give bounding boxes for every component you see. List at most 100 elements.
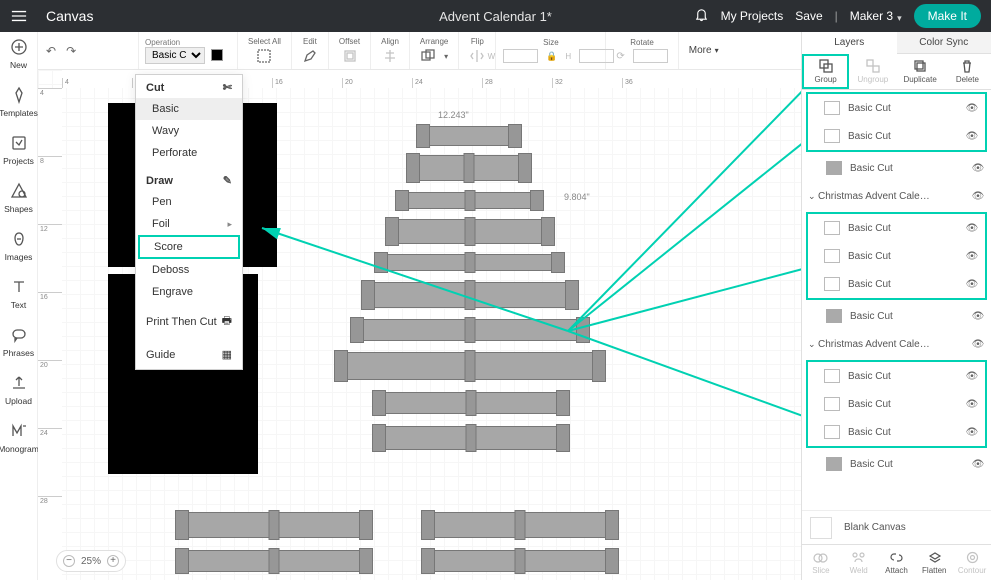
tool-arrange[interactable]: Arrange ▾	[410, 32, 459, 69]
eye-icon[interactable]: 👁	[965, 279, 979, 290]
op-engrave[interactable]: Engrave	[136, 281, 242, 303]
eye-icon[interactable]: 👁	[971, 339, 985, 350]
tool-select-all[interactable]: Select All	[238, 32, 292, 69]
machine-selector[interactable]: Maker 3▾	[850, 9, 902, 23]
op-perforate[interactable]: Perforate	[136, 142, 242, 164]
eye-icon[interactable]: 👁	[965, 371, 979, 382]
op-score[interactable]: Score	[138, 235, 240, 259]
eye-icon[interactable]: 👁	[971, 459, 985, 470]
eye-icon[interactable]: 👁	[965, 427, 979, 438]
hamburger-icon[interactable]	[0, 0, 38, 32]
nav-monogram[interactable]: Monogram	[0, 422, 39, 454]
tool-edit[interactable]: Edit	[292, 32, 329, 69]
canvas-shape[interactable]	[178, 512, 370, 538]
layer-row[interactable]: Basic Cut👁	[808, 390, 985, 418]
eye-icon[interactable]: 👁	[971, 311, 985, 322]
op-draw-header: Draw✎	[136, 168, 242, 191]
eye-icon[interactable]: 👁	[965, 103, 979, 114]
pen-icon: ✎	[223, 174, 232, 187]
foot-slice: Slice	[802, 545, 840, 580]
eye-icon[interactable]: 👁	[965, 251, 979, 262]
tab-color-sync[interactable]: Color Sync	[897, 32, 991, 54]
layer-row[interactable]: Basic Cut👁	[808, 214, 985, 242]
canvas-shape[interactable]	[377, 254, 562, 271]
scissors-icon: ✄	[223, 81, 232, 94]
layers-duplicate-button[interactable]: Duplicate	[897, 54, 944, 89]
project-title[interactable]: Advent Calendar 1*	[439, 9, 552, 24]
canvas-shape[interactable]	[353, 319, 587, 341]
operation-color-swatch[interactable]	[211, 49, 223, 61]
nav-upload[interactable]: Upload	[5, 374, 32, 406]
save-link[interactable]: Save	[795, 9, 822, 23]
eye-icon[interactable]: 👁	[971, 163, 985, 174]
nav-projects[interactable]: Projects	[3, 134, 34, 166]
foot-flatten[interactable]: Flatten	[915, 545, 953, 580]
layer-row[interactable]: Basic Cut👁	[808, 362, 985, 390]
canvas-shape[interactable]	[364, 282, 576, 308]
guide-icon: ▦	[222, 348, 232, 361]
nav-templates[interactable]: Templates	[0, 86, 38, 118]
foot-attach[interactable]: Attach	[878, 545, 916, 580]
nav-images[interactable]: Images	[5, 230, 33, 262]
operation-select[interactable]: Basic Cut	[145, 47, 205, 64]
tab-layers[interactable]: Layers	[802, 32, 897, 54]
my-projects-link[interactable]: My Projects	[721, 9, 784, 23]
layer-row[interactable]: Basic Cut👁	[802, 302, 991, 330]
chevron-down-icon[interactable]: ⌄	[808, 191, 818, 202]
canvas-shape[interactable]	[388, 219, 552, 244]
op-pen[interactable]: Pen	[136, 191, 242, 213]
canvas-shape[interactable]	[424, 512, 616, 538]
layer-row[interactable]: Basic Cut👁	[808, 242, 985, 270]
ruler-vertical: 481216202428	[38, 88, 62, 580]
blank-canvas-row[interactable]: Blank Canvas	[802, 510, 991, 544]
nav-new[interactable]: New	[10, 38, 28, 70]
canvas-shape[interactable]	[337, 352, 603, 380]
zoom-in-icon[interactable]: +	[107, 555, 119, 567]
make-it-button[interactable]: Make It	[914, 4, 981, 28]
dimension-height: 9.804"	[564, 192, 590, 202]
chevron-down-icon[interactable]: ⌄	[808, 339, 818, 350]
zoom-control[interactable]: − 25% +	[56, 550, 126, 572]
layers-group-button[interactable]: Group	[802, 54, 849, 89]
canvas-shape[interactable]	[424, 550, 616, 572]
nav-phrases[interactable]: Phrases	[3, 326, 34, 358]
op-basic[interactable]: Basic	[136, 98, 242, 120]
canvas-shape[interactable]	[178, 550, 370, 572]
canvas-shape[interactable]	[375, 426, 567, 450]
eye-icon[interactable]: 👁	[965, 223, 979, 234]
eye-icon[interactable]: 👁	[965, 131, 979, 142]
chevron-right-icon: ▸	[227, 219, 232, 230]
zoom-out-icon[interactable]: −	[63, 555, 75, 567]
op-deboss[interactable]: Deboss	[136, 259, 242, 281]
separator: |	[835, 9, 838, 23]
op-print-then-cut[interactable]: Print Then Cut🖶	[136, 303, 242, 339]
zoom-value: 25%	[81, 556, 101, 567]
canvas-shape[interactable]	[398, 192, 541, 209]
canvas-shape[interactable]	[375, 392, 567, 414]
layer-row[interactable]: Basic Cut👁	[802, 450, 991, 478]
layer-row[interactable]: Basic Cut👁	[808, 418, 985, 446]
layer-group-header[interactable]: ⌄Christmas Advent Cale…👁	[802, 330, 991, 358]
bell-icon[interactable]	[694, 7, 709, 25]
tool-size: Size W 🔒 H	[496, 32, 606, 69]
op-foil[interactable]: Foil▸	[136, 213, 242, 235]
nav-text[interactable]: Text	[10, 278, 28, 310]
eye-icon[interactable]: 👁	[965, 399, 979, 410]
op-wavy[interactable]: Wavy	[136, 120, 242, 142]
op-guide[interactable]: Guide▦	[136, 339, 242, 369]
layer-group-highlight: Basic Cut👁 Basic Cut👁 Basic Cut👁	[806, 212, 987, 300]
nav-shapes[interactable]: Shapes	[4, 182, 33, 214]
canvas-shape[interactable]	[409, 155, 529, 181]
printer-icon: 🖶	[222, 312, 232, 331]
layer-row[interactable]: Basic Cut👁	[808, 122, 985, 150]
layer-group-header[interactable]: ⌄Christmas Advent Cale…👁	[802, 182, 991, 210]
undo-icon[interactable]: ↶	[46, 44, 56, 58]
layer-row[interactable]: Basic Cut👁	[802, 154, 991, 182]
layer-row[interactable]: Basic Cut👁	[808, 94, 985, 122]
layers-delete-button[interactable]: Delete	[944, 54, 991, 89]
layer-row[interactable]: Basic Cut👁	[808, 270, 985, 298]
eye-icon[interactable]: 👁	[971, 191, 985, 202]
canvas-shape[interactable]	[419, 126, 519, 146]
redo-icon[interactable]: ↷	[66, 44, 76, 58]
tool-more[interactable]: More▾	[679, 32, 729, 69]
